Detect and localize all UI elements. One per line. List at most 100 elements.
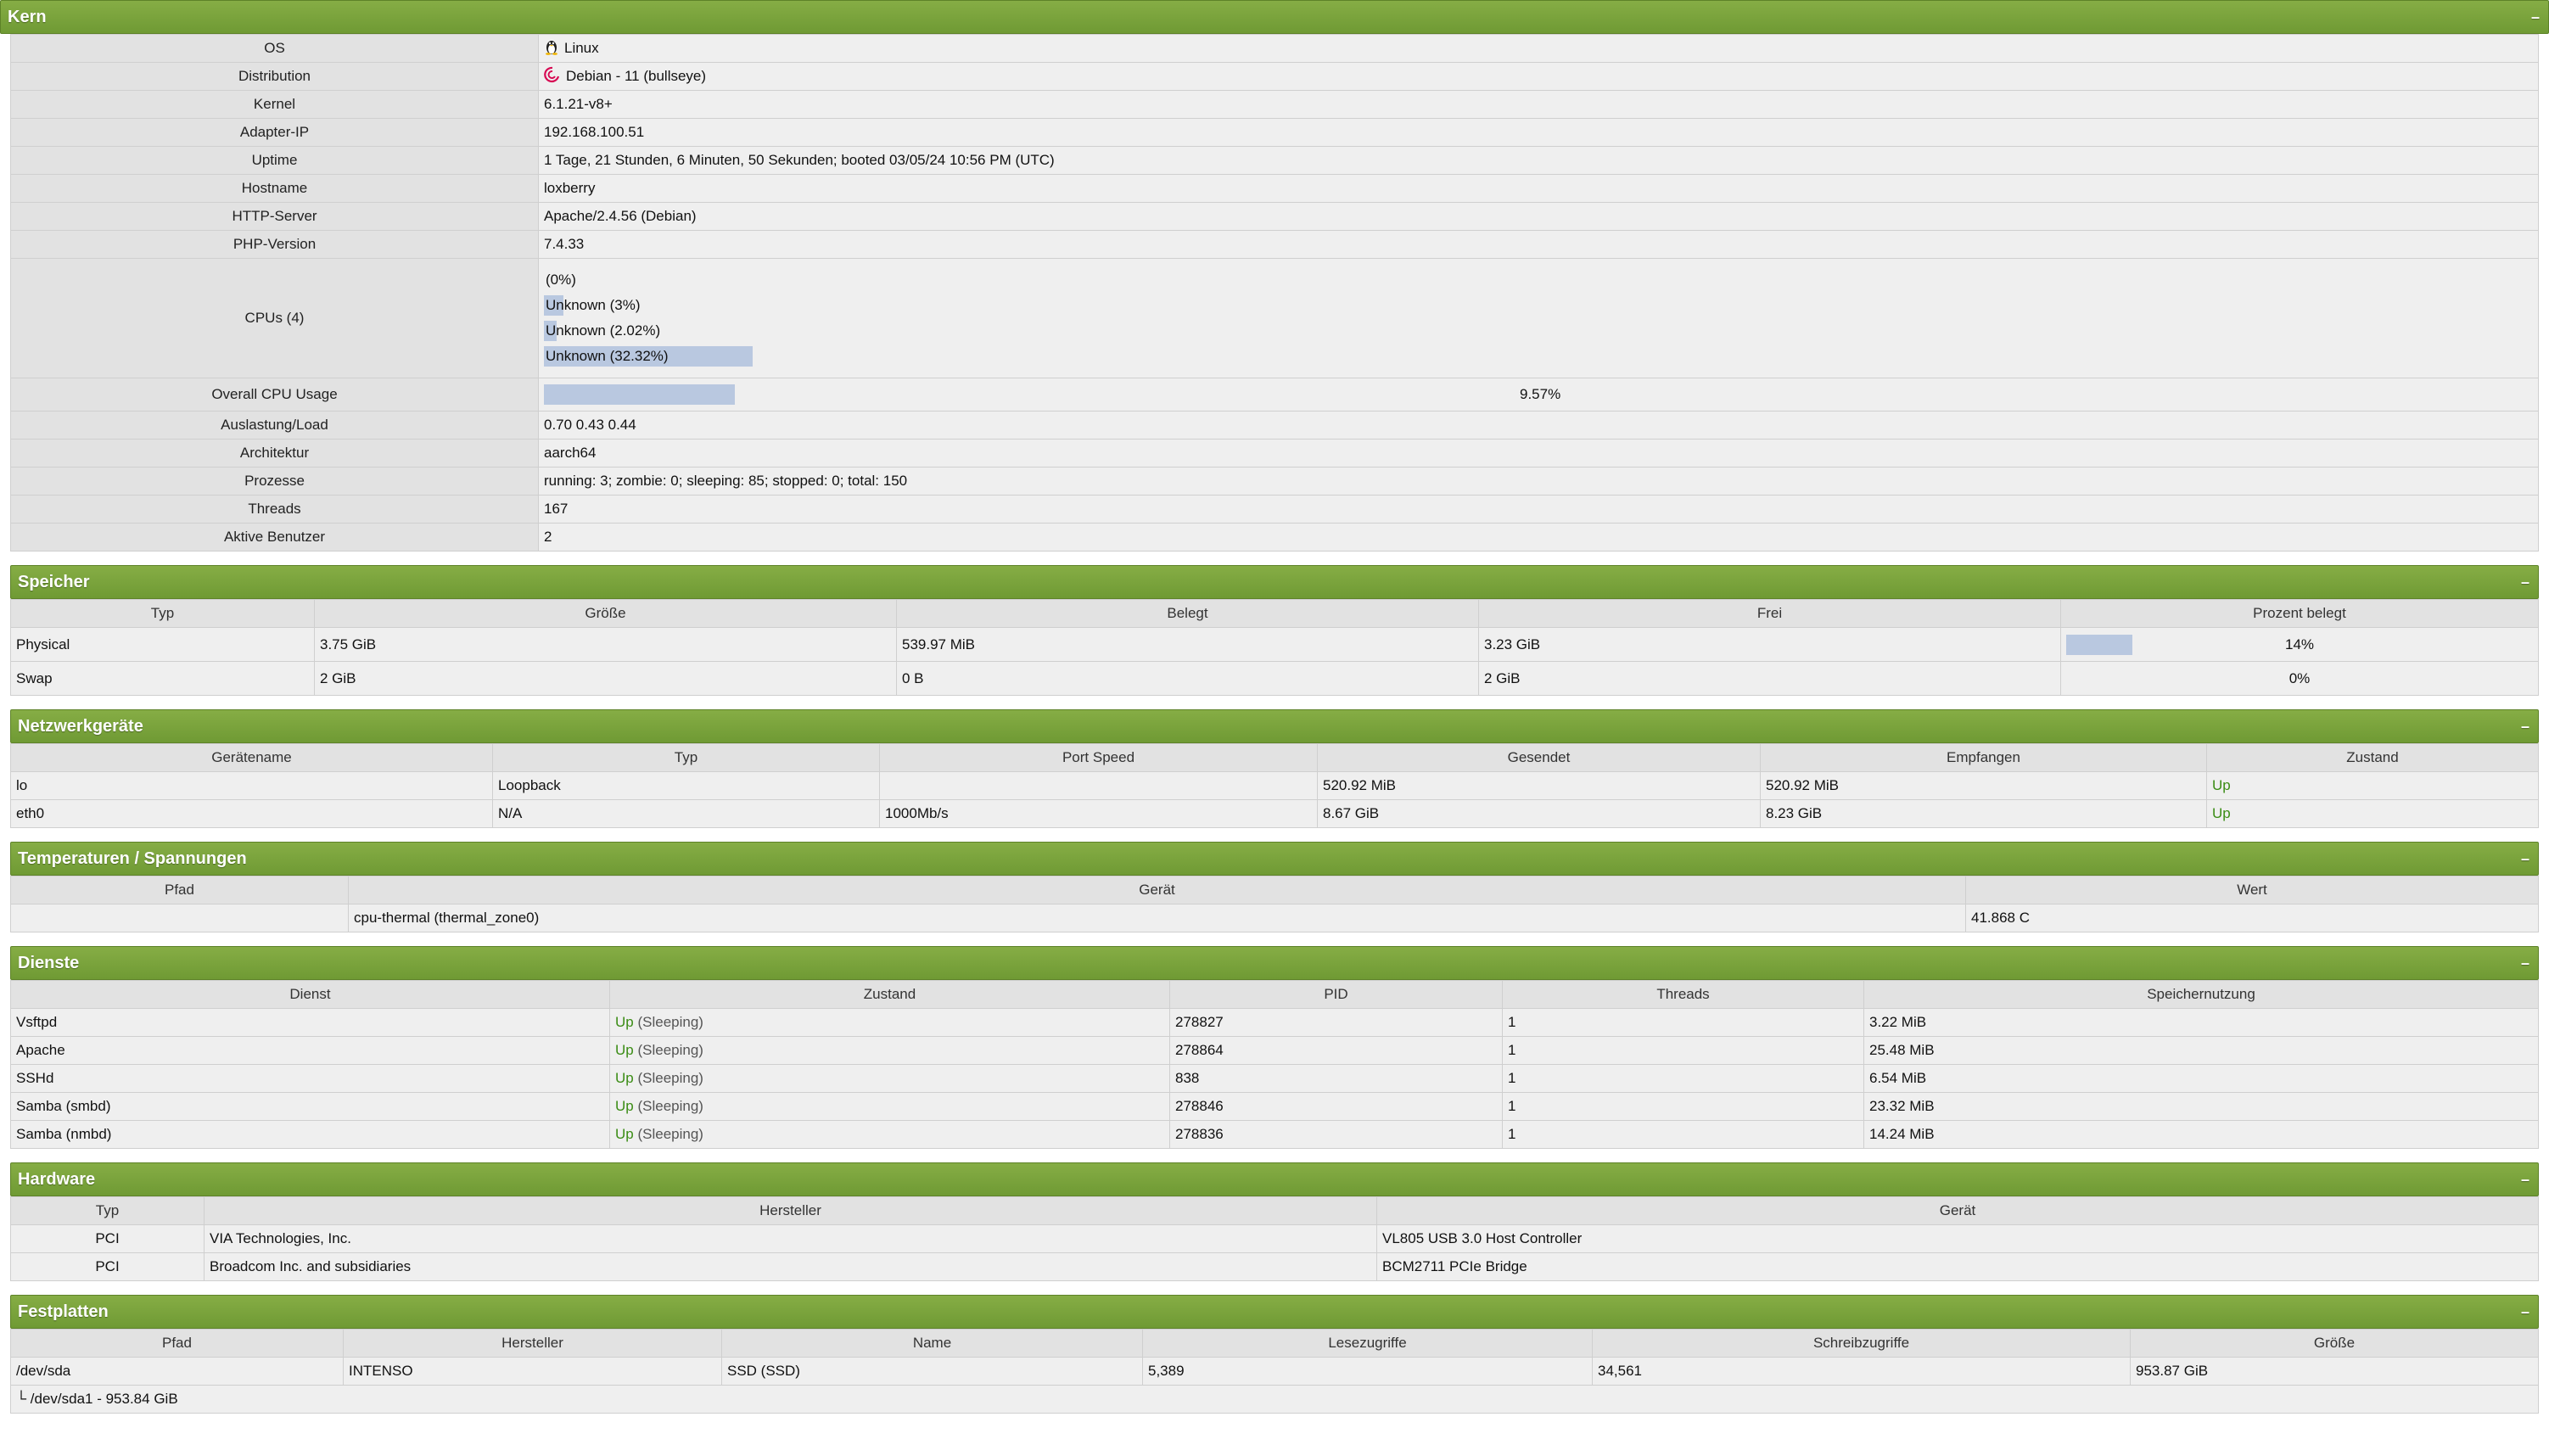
cpu-line: Unknown (32.32%) (544, 344, 1189, 369)
adapter-ip-value: 192.168.100.51 (538, 118, 2539, 147)
cpu-line-text: Unknown (2.02%) (546, 322, 661, 339)
load-row: Auslastung/Load 0.70 0.43 0.44 (10, 411, 2539, 440)
status-detail: (Sleeping) (633, 1126, 703, 1142)
php-version-row: PHP-Version 7.4.33 (10, 230, 2539, 259)
column-header: Prozent belegt (2060, 599, 2539, 628)
bytes-sent: 520.92 MiB (1317, 771, 1761, 800)
port-speed: 1000Mb/s (879, 799, 1318, 828)
column-header: Größe (314, 599, 897, 628)
speicher-header[interactable]: Speicher – (10, 565, 2539, 599)
uptime-row: Uptime 1 Tage, 21 Stunden, 6 Minuten, 50… (10, 146, 2539, 175)
column-header: Hersteller (343, 1329, 722, 1358)
festplatten-section: Festplatten – Pfad Hersteller Name Lesez… (10, 1295, 2539, 1414)
http-server-row: HTTP-Server Apache/2.4.56 (Debian) (10, 202, 2539, 231)
distribution-value: Debian - 11 (bullseye) (566, 67, 707, 84)
partition-info: └ /dev/sda1 - 953.84 GiB (10, 1385, 2539, 1414)
service-threads: 1 (1502, 1092, 1864, 1121)
column-header: Threads (1502, 980, 1864, 1009)
netzwerk-title: Netzwerkgeräte (18, 717, 143, 736)
cpu-line-text: (0%) (546, 272, 576, 288)
speicher-collapse-toggle[interactable]: – (2521, 566, 2529, 598)
debian-swirl-icon (544, 66, 561, 87)
service-name: SSHd (10, 1064, 610, 1093)
table-row: /dev/sda INTENSO SSD (SSD) 5,389 34,561 … (10, 1357, 2539, 1386)
service-pid: 278827 (1169, 1008, 1503, 1037)
kern-header[interactable]: Kern – (0, 0, 2549, 34)
sensor-value: 41.868 C (1965, 904, 2539, 932)
table-row: lo Loopback 520.92 MiB 520.92 MiB Up (10, 771, 2539, 800)
status-detail: (Sleeping) (633, 1042, 703, 1058)
hostname-value: loxberry (538, 174, 2539, 203)
service-name: Vsftpd (10, 1008, 610, 1037)
memory-percent: 0% (2288, 669, 2311, 686)
kernel-label: Kernel (10, 90, 539, 119)
cpu-line: (0%) (544, 267, 1189, 293)
netzwerk-section: Netzwerkgeräte – Gerätename Typ Port Spe… (10, 709, 2539, 828)
processes-value: running: 3; zombie: 0; sleeping: 85; sto… (538, 467, 2539, 496)
column-header: Gerät (348, 876, 1966, 904)
netzwerk-header[interactable]: Netzwerkgeräte – (10, 709, 2539, 743)
disk-size: 953.87 GiB (2130, 1357, 2539, 1386)
device-type: N/A (492, 799, 880, 828)
table-row: Vsftpd Up (Sleeping) 278827 1 3.22 MiB (10, 1008, 2539, 1037)
column-header: Pfad (10, 876, 349, 904)
service-pid: 838 (1169, 1064, 1503, 1093)
bytes-received: 8.23 GiB (1760, 799, 2207, 828)
hardware-header-row: Typ Hersteller Gerät (10, 1196, 2539, 1225)
temperatur-collapse-toggle[interactable]: – (2521, 843, 2529, 875)
device-name: eth0 (10, 799, 493, 828)
column-header: Lesezugriffe (1142, 1329, 1593, 1358)
speicher-section: Speicher – Typ Größe Belegt Frei Prozent… (10, 565, 2539, 696)
netzwerk-collapse-toggle[interactable]: – (2521, 710, 2529, 742)
port-speed (879, 771, 1318, 800)
uptime-label: Uptime (10, 146, 539, 175)
temperatur-header[interactable]: Temperaturen / Spannungen – (10, 842, 2539, 876)
festplatten-collapse-toggle[interactable]: – (2521, 1296, 2529, 1328)
dienste-collapse-toggle[interactable]: – (2521, 947, 2529, 979)
column-header: PID (1169, 980, 1503, 1009)
speicher-title: Speicher (18, 573, 90, 591)
status-badge: Up (615, 1014, 634, 1030)
processes-label: Prozesse (10, 467, 539, 496)
kern-collapse-toggle[interactable]: – (2531, 1, 2540, 33)
status-detail: (Sleeping) (633, 1070, 703, 1086)
column-header: Frei (1478, 599, 2061, 628)
hardware-header[interactable]: Hardware – (10, 1162, 2539, 1196)
service-memory: 23.32 MiB (1863, 1092, 2539, 1121)
php-version-value: 7.4.33 (538, 230, 2539, 259)
overall-cpu-meter: 9.57% (544, 382, 2533, 407)
php-version-label: PHP-Version (10, 230, 539, 259)
festplatten-header[interactable]: Festplatten – (10, 1295, 2539, 1329)
disk-name: SSD (SSD) (721, 1357, 1143, 1386)
cpus-label: CPUs (4) (10, 258, 539, 378)
table-row: PCI VIA Technologies, Inc. VL805 USB 3.0… (10, 1224, 2539, 1253)
festplatten-table: Pfad Hersteller Name Lesezugriffe Schrei… (10, 1329, 2539, 1414)
device-name: lo (10, 771, 493, 800)
column-header: Typ (10, 1196, 204, 1225)
column-header: Belegt (896, 599, 1479, 628)
memory-free: 2 GiB (1478, 661, 2061, 696)
dienste-header[interactable]: Dienste – (10, 946, 2539, 980)
service-name: Samba (nmbd) (10, 1120, 610, 1149)
os-label: OS (10, 34, 539, 63)
processes-row: Prozesse running: 3; zombie: 0; sleeping… (10, 467, 2539, 496)
service-threads: 1 (1502, 1120, 1864, 1149)
service-memory: 25.48 MiB (1863, 1036, 2539, 1065)
service-pid: 278846 (1169, 1092, 1503, 1121)
service-pid: 278864 (1169, 1036, 1503, 1065)
disk-vendor: INTENSO (343, 1357, 722, 1386)
netzwerk-table: Gerätename Typ Port Speed Gesendet Empfa… (10, 743, 2539, 828)
memory-free: 3.23 GiB (1478, 627, 2061, 662)
adapter-ip-row: Adapter-IP 192.168.100.51 (10, 118, 2539, 147)
hardware-collapse-toggle[interactable]: – (2521, 1163, 2529, 1196)
status-badge: Up (615, 1126, 634, 1142)
bytes-sent: 8.67 GiB (1317, 799, 1761, 828)
column-header: Gerät (1376, 1196, 2539, 1225)
table-row: SSHd Up (Sleeping) 838 1 6.54 MiB (10, 1064, 2539, 1093)
kernel-value: 6.1.21-v8+ (538, 90, 2539, 119)
service-threads: 1 (1502, 1036, 1864, 1065)
status-detail: (Sleeping) (633, 1098, 703, 1114)
kern-title: Kern (8, 8, 47, 26)
memory-size: 3.75 GiB (314, 627, 897, 662)
service-memory: 3.22 MiB (1863, 1008, 2539, 1037)
